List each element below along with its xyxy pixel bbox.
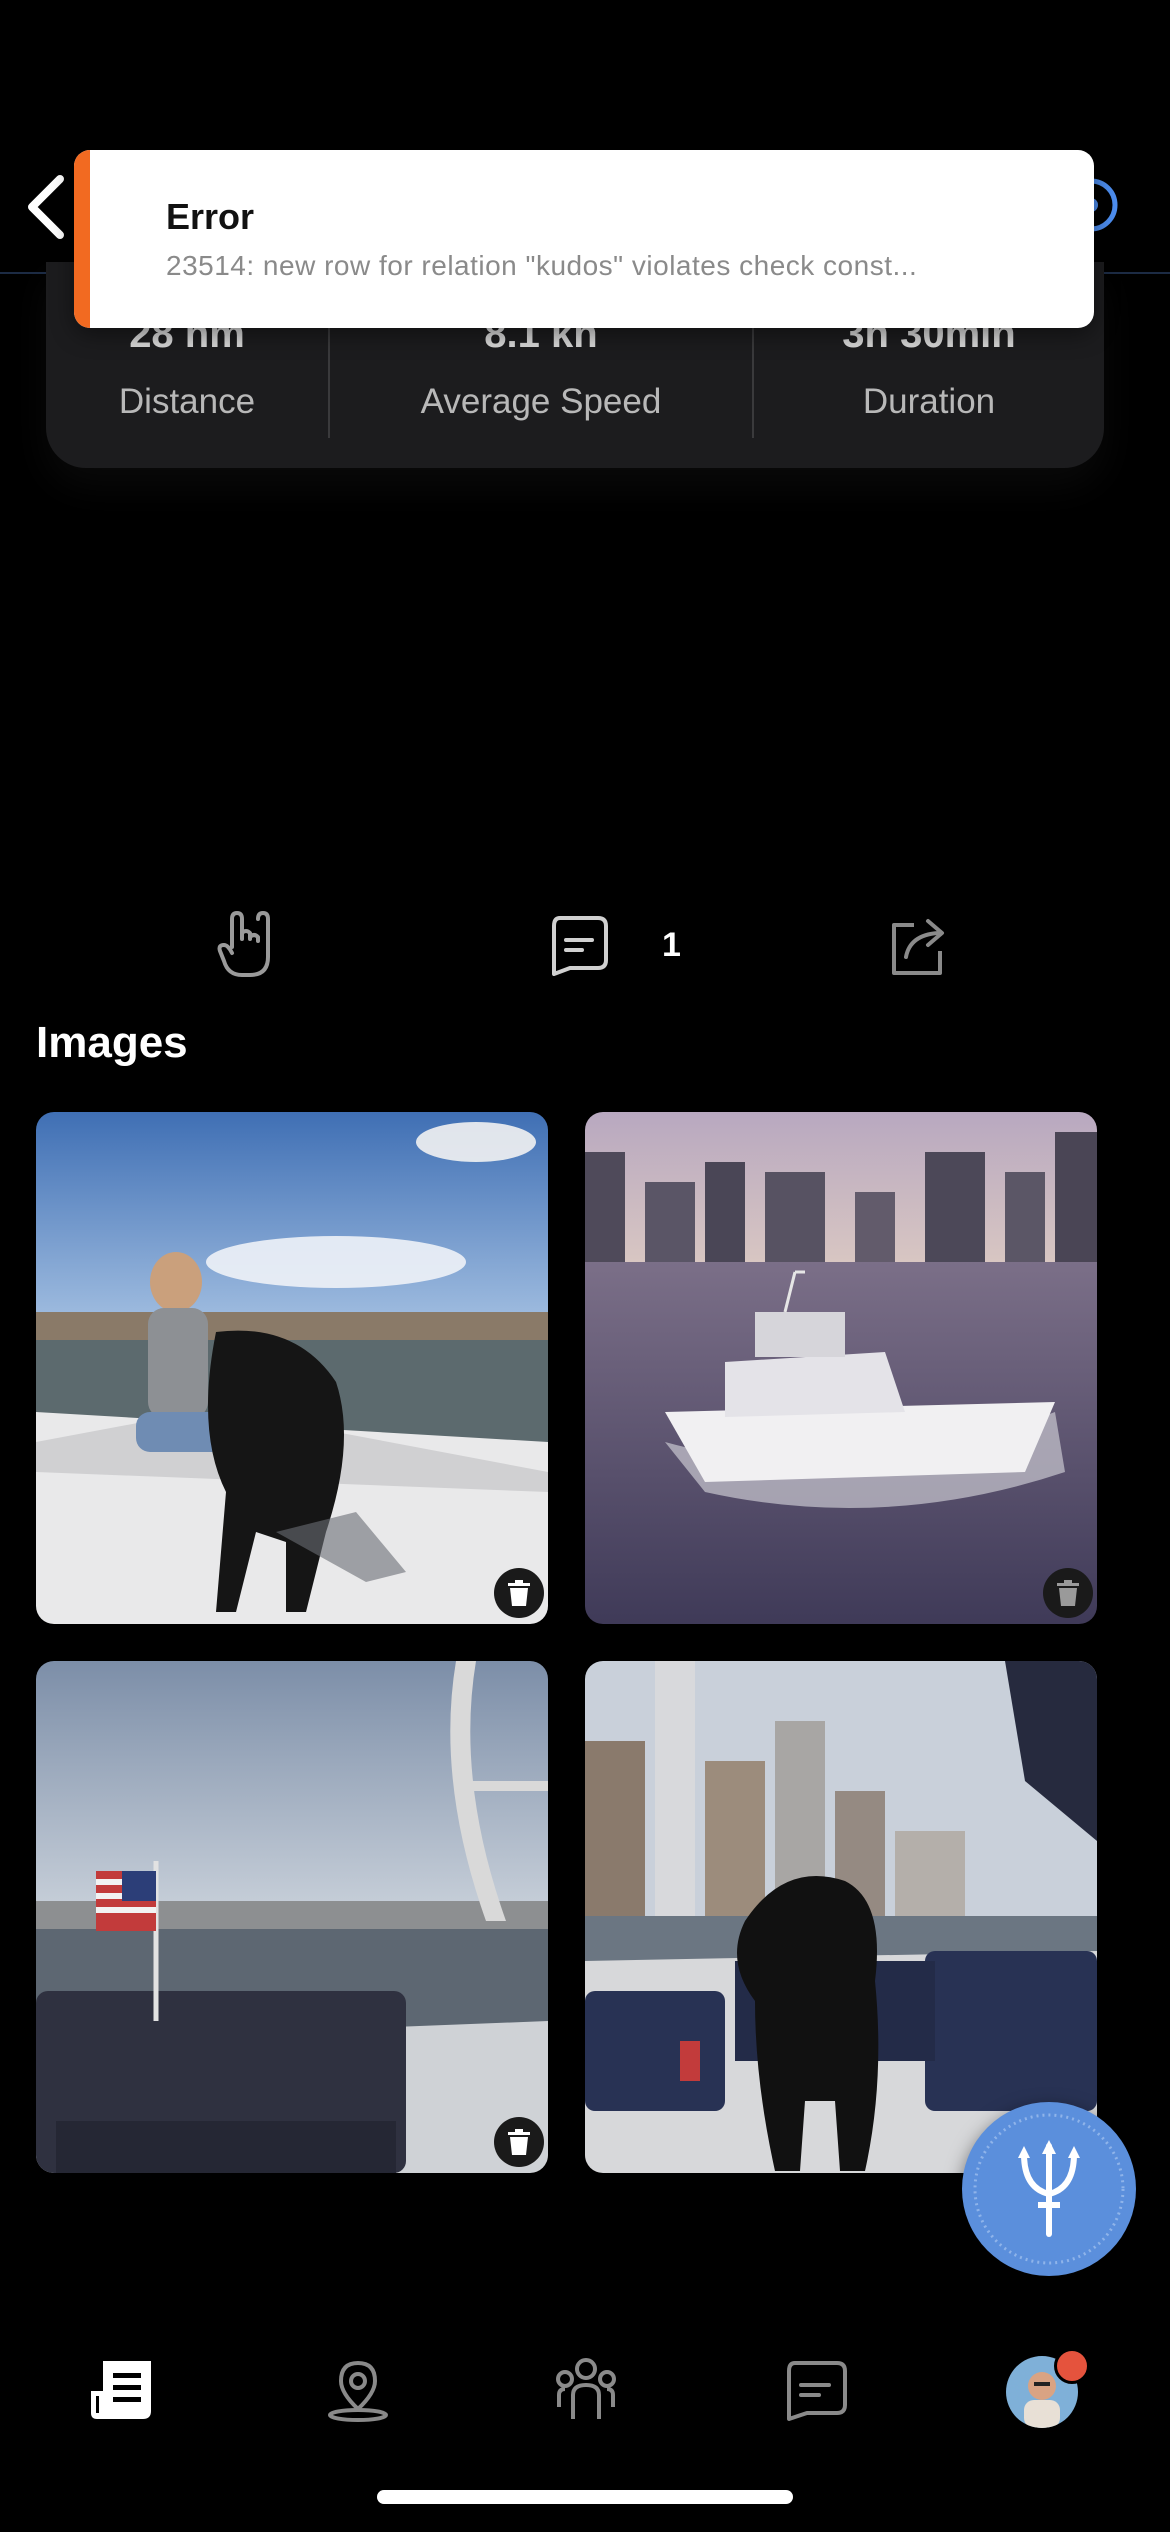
chevron-left-icon	[28, 175, 64, 239]
delete-photo-button[interactable]	[494, 1568, 544, 1618]
toast-message: 23514: new row for relation "kudos" viol…	[166, 250, 918, 281]
tab-community[interactable]	[546, 2350, 626, 2430]
photo-woman-with-dog[interactable]	[36, 1112, 548, 1624]
trident-icon	[973, 2113, 1125, 2265]
photo-image	[36, 1112, 548, 1624]
notification-badge	[1054, 2348, 1090, 2384]
photo-image	[585, 1112, 1097, 1624]
delete-photo-button[interactable]	[1043, 1568, 1093, 1618]
trash-icon	[508, 1580, 530, 1606]
trident-fab[interactable]	[962, 2102, 1136, 2276]
home-indicator	[377, 2490, 793, 2504]
stat-label: Duration	[862, 382, 996, 421]
map-pin-icon	[328, 2360, 388, 2422]
comment-count: 1	[662, 925, 681, 964]
toast-accent-bar	[74, 150, 90, 328]
feed-icon	[91, 2361, 151, 2419]
error-toast[interactable]: Error 23514: new row for relation "kudos…	[74, 150, 1094, 328]
back-button[interactable]	[10, 165, 80, 245]
stat-label: Distance	[118, 382, 256, 421]
community-icon	[556, 2358, 616, 2419]
photo-image	[36, 1661, 548, 2173]
tab-messages[interactable]	[776, 2350, 856, 2430]
photo-dog-in-cockpit[interactable]	[585, 1661, 1097, 2173]
kudos-button[interactable]	[212, 905, 284, 985]
trash-icon	[1057, 1580, 1079, 1606]
photo-boat-stern-flag[interactable]	[36, 1661, 548, 2173]
delete-photo-button[interactable]	[494, 2117, 544, 2167]
images-section-title: Images	[36, 1018, 188, 1067]
toast-title: Error	[166, 196, 255, 237]
photo-image	[585, 1661, 1097, 2173]
tab-map[interactable]	[318, 2350, 398, 2430]
share-button[interactable]	[884, 905, 956, 985]
comment-button[interactable]: 1	[548, 905, 681, 985]
comment-icon	[552, 916, 608, 976]
trash-icon	[508, 2129, 530, 2155]
photo-fishing-boat[interactable]	[585, 1112, 1097, 1624]
rock-hand-icon	[217, 911, 270, 977]
stat-label: Average Speed	[420, 382, 662, 421]
tab-feed[interactable]	[82, 2350, 162, 2430]
share-icon	[892, 919, 944, 975]
messages-icon	[787, 2361, 847, 2421]
